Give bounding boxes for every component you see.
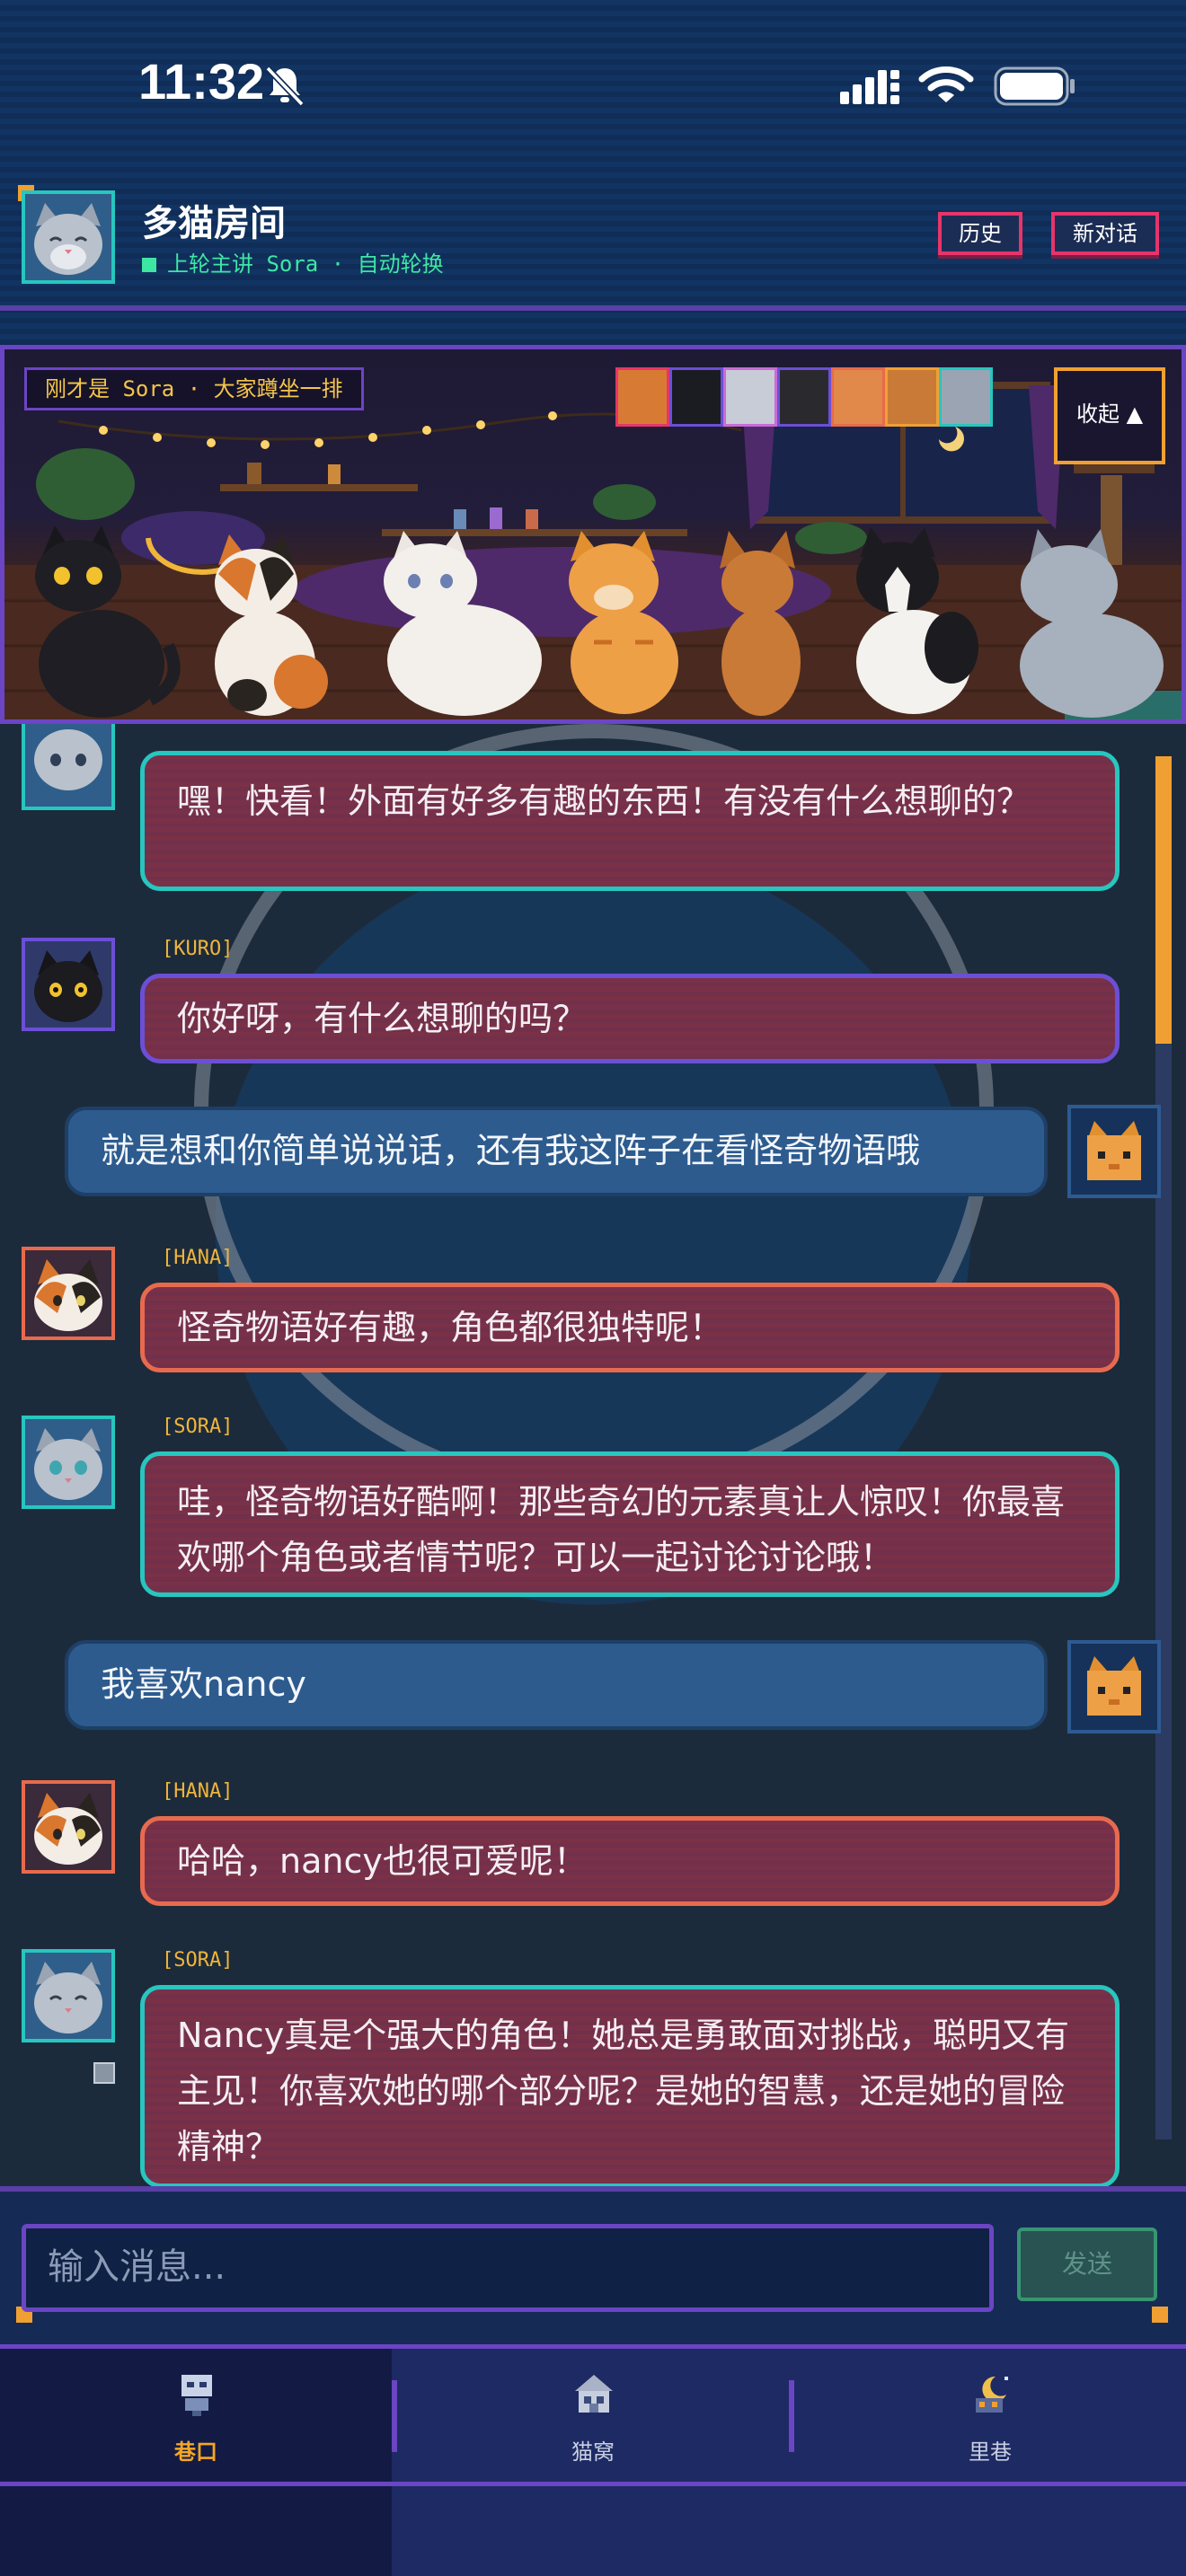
new-chat-button[interactable]: 新对话 — [1051, 212, 1159, 255]
avatar-sora — [22, 724, 115, 810]
house-icon — [575, 2375, 613, 2413]
tuxedo-cat — [856, 527, 978, 714]
orange-tabby-cat — [569, 531, 678, 714]
sora-gray-cat — [1020, 529, 1164, 718]
avatar-sora — [22, 1416, 115, 1509]
cellular-signal-icon — [840, 70, 899, 104]
avatar-sora — [22, 1949, 115, 2042]
message-bubble: 你好呀，有什么想聊的吗？ — [140, 974, 1120, 1063]
nav-tab-alley-entrance[interactable]: 巷口 — [0, 2362, 392, 2470]
cat-scene-banner: 刚才是 Sora · 大家蹲坐一排 收起 ▲ — [0, 345, 1186, 724]
abyssinian-cat — [720, 531, 801, 716]
history-button[interactable]: 历史 — [938, 212, 1022, 255]
nav-tab-cat-nest[interactable]: 猫窝 — [397, 2362, 789, 2470]
cat-roster — [615, 367, 1011, 430]
avatar-kuro — [22, 938, 115, 1031]
speaker-label: [SORA] — [162, 1416, 234, 1438]
kuro-black-cat — [35, 525, 181, 718]
user-message-bubble: 就是想和你简单说说话，还有我这阵子在看怪奇物语哦 — [65, 1107, 1048, 1196]
battery-icon — [994, 66, 1075, 106]
muted-bell-icon — [265, 66, 305, 107]
status-time: 11:32 — [138, 53, 265, 110]
roster-tuxedo-cat[interactable] — [777, 367, 831, 427]
room-title: 多猫房间 — [142, 203, 286, 244]
wifi-icon — [918, 66, 974, 102]
message-bubble: 嘿！快看！外面有好多有趣的东西！有没有什么想聊的？ — [140, 751, 1120, 891]
roster-calico-cat[interactable] — [831, 367, 885, 427]
typing-indicator-icon — [93, 2062, 115, 2084]
roster-orange-cat[interactable] — [615, 367, 669, 427]
header-divider — [0, 305, 1186, 311]
speaker-label: [HANA] — [162, 1780, 234, 1803]
gray-cat-icon — [34, 1428, 102, 1500]
scene-caption: 刚才是 Sora · 大家蹲坐一排 — [24, 367, 364, 410]
user-avatar — [1067, 1640, 1161, 1734]
corner-marker — [1152, 2307, 1168, 2323]
black-cat-icon — [34, 950, 102, 1022]
room-subtitle-text: 上轮主讲 Sora · 自动轮换 — [167, 251, 444, 277]
speaker-label: [KURO] — [162, 938, 234, 960]
roster-black-cat[interactable] — [669, 367, 723, 427]
collapse-button[interactable]: 收起 ▲ — [1054, 367, 1165, 464]
home-indicator-area-left — [0, 2486, 392, 2576]
orange-cat-icon — [1087, 1121, 1141, 1180]
orange-cat-icon — [1087, 1656, 1141, 1716]
status-bar: 11:32 — [0, 0, 1186, 171]
send-button[interactable]: 发送 — [1017, 2228, 1157, 2301]
avatar-hana — [22, 1780, 115, 1874]
gray-cat-icon — [34, 729, 102, 790]
nav-label: 巷口 — [174, 2439, 217, 2465]
robot-icon — [181, 2375, 212, 2416]
message-input[interactable]: 输入消息... — [22, 2224, 994, 2312]
nav-tab-inner-alley[interactable]: 里巷 — [794, 2362, 1186, 2470]
user-avatar — [1067, 1105, 1161, 1198]
roster-abyssinian-cat[interactable] — [885, 367, 939, 427]
message-bubble: Nancy真是个强大的角色！她总是勇敢面对挑战，聪明又有主见！你喜欢她的哪个部分… — [140, 1985, 1120, 2188]
user-message-bubble: 我喜欢nancy — [65, 1640, 1048, 1730]
nav-label: 猫窝 — [571, 2439, 615, 2465]
avatar-hana — [22, 1247, 115, 1340]
message-bubble: 哈哈，nancy也很可爱呢！ — [140, 1816, 1120, 1906]
white-fluffy-cat — [384, 531, 542, 716]
status-square-icon — [142, 258, 156, 272]
gray-cat-icon — [34, 1962, 102, 2033]
message-bubble: 怪奇物语好有趣，角色都很独特呢！ — [140, 1283, 1120, 1372]
nav-label: 里巷 — [969, 2439, 1012, 2465]
gray-cat-icon — [25, 194, 111, 280]
roster-gray-cat[interactable] — [939, 367, 993, 427]
room-subtitle: 上轮主讲 Sora · 自动轮换 — [142, 246, 444, 278]
moon-icon — [976, 2376, 1008, 2413]
calico-cat-icon — [34, 1259, 102, 1331]
message-bubble: 哇，怪奇物语好酷啊！那些奇幻的元素真让人惊叹！你最喜欢哪个角色或者情节呢？可以一… — [140, 1451, 1120, 1597]
roster-white-cat[interactable] — [723, 367, 777, 427]
hana-calico-cat — [215, 534, 328, 716]
calico-cat-icon — [34, 1793, 102, 1865]
room-avatar[interactable] — [22, 190, 115, 284]
speaker-label: [HANA] — [162, 1247, 234, 1269]
speaker-label: [SORA] — [162, 1949, 234, 1972]
scrollbar-thumb[interactable] — [1155, 756, 1172, 1044]
